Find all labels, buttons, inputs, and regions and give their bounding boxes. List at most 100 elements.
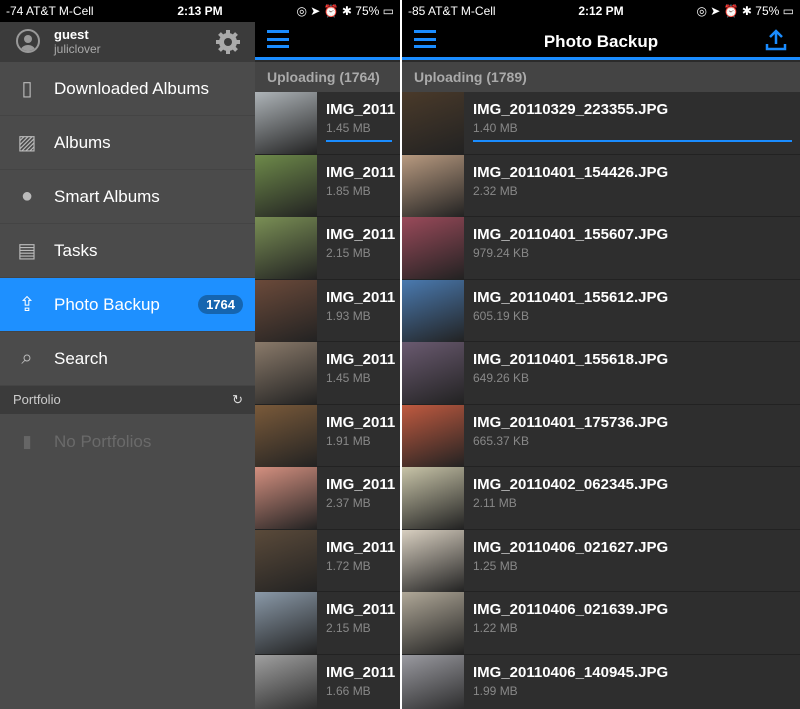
upload-list: IMG_20110329_223355.JPG 1.40 MB IMG_201104…	[402, 92, 800, 709]
photo-thumbnail	[255, 92, 317, 154]
clipboard-icon: ▤	[17, 240, 37, 262]
file-name: IMG_2011	[326, 351, 396, 368]
list-item[interactable]: IMG_20110406_021627.JPG 1.25 MB	[402, 529, 800, 592]
file-name: IMG_20110401_155612.JPG	[473, 288, 669, 306]
file-size: 2.11 MB	[473, 496, 517, 510]
file-name: IMG_2011	[326, 413, 396, 431]
list-item[interactable]: IMG_2011 1.45 MB	[255, 92, 400, 155]
upload-progress	[326, 140, 392, 142]
user-account: juliclover	[54, 42, 101, 56]
photo-thumbnail	[402, 342, 464, 404]
file-name: IMG_20110406_021639.JPG	[473, 601, 669, 618]
photo-thumbnail	[255, 467, 317, 529]
carrier: -85 AT&T M-Cell	[408, 4, 496, 18]
menu-item-downloaded-albums[interactable]: ▯ Downloaded Albums	[0, 62, 255, 116]
file-name: IMG_20110406_140945.JPG	[473, 663, 669, 681]
photo-thumbnail	[255, 154, 317, 217]
photo-thumbnail	[402, 404, 464, 467]
battery: ◎ ➤ ⏰ ✱ 75% ▭	[696, 4, 794, 18]
file-name: IMG_2011	[326, 226, 396, 243]
side-drawer: guest juliclover ▯ Downloaded Albums ▨ Albu…	[0, 22, 255, 709]
gear-icon[interactable]	[215, 29, 241, 55]
list-item[interactable]: IMG_20110401_155618.JPG 649.26 KB	[402, 342, 800, 405]
file-size: 1.40 MB	[473, 121, 518, 135]
photo-thumbnail	[402, 279, 464, 342]
portfolio-header: Portfolio ↻	[0, 386, 255, 414]
file-size: 2.37 MB	[326, 496, 371, 510]
file-name: IMG_20110402_062345.JPG	[473, 476, 669, 493]
list-item[interactable]: IMG_2011 1.93 MB	[255, 279, 400, 342]
photo-thumbnail	[255, 404, 317, 467]
photo-thumbnail	[255, 217, 317, 279]
menu-item-label: Tasks	[54, 240, 98, 260]
file-name: IMG_20110329_223355.JPG	[473, 101, 669, 118]
file-size: 979.24 KB	[473, 246, 530, 260]
photo-thumbnail	[402, 529, 464, 592]
battery: ◎ ➤ ⏰ ✱ 75% ▭	[296, 4, 394, 18]
file-size: 2.15 MB	[326, 621, 371, 635]
menu-item-smart-albums[interactable]: ● Smart Albums	[0, 170, 255, 224]
menu-item-albums[interactable]: ▨ Albums	[0, 116, 255, 170]
right-screen: -85 AT&T M-Cell 2:12 PM ◎ ➤ ⏰ ✱ 75% ▭ Ph…	[402, 0, 800, 709]
file-name: IMG_20110401_175736.JPG	[473, 413, 669, 431]
list-item[interactable]: IMG_20110406_021639.JPG 1.22 MB	[402, 592, 800, 655]
clock: 2:12 PM	[578, 4, 624, 18]
photo-thumbnail	[402, 592, 464, 654]
file-size: 1.25 MB	[473, 558, 518, 573]
list-item[interactable]: IMG_2011 2.15 MB	[255, 592, 400, 655]
list-item[interactable]: IMG_2011 1.85 MB	[255, 154, 400, 217]
menu-item-photo-backup[interactable]: ⇪ Photo Backup 1764	[0, 278, 255, 332]
list-item[interactable]: IMG_2011 1.66 MB	[255, 654, 400, 709]
upload-list: IMG_2011 1.45 MB IMG_2011 1.85 MB IMG_2011 2.…	[255, 92, 400, 709]
image-icon: ▨	[17, 132, 37, 154]
file-size: 665.37 KB	[473, 433, 530, 448]
photo-thumbnail	[255, 592, 317, 654]
menu-item-search[interactable]: ⌕ Search	[0, 332, 255, 386]
file-size: 2.32 MB	[473, 183, 518, 198]
status-bar: -74 AT&T M-Cell 2:13 PM ◎ ➤ ⏰ ✱ 75% ▭	[0, 0, 400, 22]
list-item[interactable]: IMG_20110401_155612.JPG 605.19 KB	[402, 279, 800, 342]
menu-item-tasks[interactable]: ▤ Tasks	[0, 224, 255, 278]
section-header: Uploading (1764)	[255, 62, 400, 92]
list-item[interactable]: IMG_2011 1.91 MB	[255, 404, 400, 467]
phone-icon: ▯	[21, 78, 33, 100]
list-item[interactable]: IMG_2011 2.37 MB	[255, 467, 400, 530]
file-name: IMG_2011	[326, 663, 396, 681]
nav-bar: Photo Backup	[402, 22, 800, 60]
file-name: IMG_2011	[326, 476, 396, 493]
section-header: Uploading (1789)	[402, 62, 800, 92]
file-name: IMG_2011	[326, 538, 396, 556]
photo-thumbnail	[255, 279, 317, 342]
file-name: IMG_20110401_155618.JPG	[473, 351, 669, 368]
photo-thumbnail	[255, 654, 317, 709]
photo-thumbnail	[402, 217, 464, 279]
file-size: 1.45 MB	[326, 371, 371, 385]
menu-icon[interactable]	[267, 30, 289, 48]
file-name: IMG_20110401_155607.JPG	[473, 226, 669, 243]
list-item[interactable]: IMG_2011 1.45 MB	[255, 342, 400, 405]
user-header: guest juliclover	[0, 22, 255, 62]
file-size: 1.93 MB	[326, 308, 371, 323]
list-item[interactable]: IMG_20110402_062345.JPG 2.11 MB	[402, 467, 800, 530]
photo-thumbnail	[402, 92, 464, 154]
list-item[interactable]: IMG_2011 1.72 MB	[255, 529, 400, 592]
list-item[interactable]: IMG_2011 2.15 MB	[255, 217, 400, 280]
photo-thumbnail	[402, 654, 464, 709]
list-item[interactable]: IMG_20110401_175736.JPG 665.37 KB	[402, 404, 800, 467]
upload-icon[interactable]	[764, 28, 788, 52]
list-item[interactable]: IMG_20110406_140945.JPG 1.99 MB	[402, 654, 800, 709]
file-size: 1.22 MB	[473, 621, 518, 635]
list-item[interactable]: IMG_20110401_155607.JPG 979.24 KB	[402, 217, 800, 280]
refresh-icon[interactable]: ↻	[232, 386, 243, 414]
file-size: 1.45 MB	[326, 121, 371, 135]
file-size: 1.99 MB	[473, 683, 518, 698]
list-item[interactable]: IMG_20110401_154426.JPG 2.32 MB	[402, 154, 800, 217]
file-size: 1.85 MB	[326, 183, 371, 198]
menu-item-label: Downloaded Albums	[54, 78, 209, 98]
file-name: IMG_20110406_021627.JPG	[473, 538, 669, 556]
file-size: 1.72 MB	[326, 558, 371, 573]
file-size: 1.91 MB	[326, 433, 371, 448]
menu-item-label: Smart Albums	[54, 186, 160, 206]
avatar[interactable]	[16, 29, 40, 53]
list-item[interactable]: IMG_20110329_223355.JPG 1.40 MB	[402, 92, 800, 155]
